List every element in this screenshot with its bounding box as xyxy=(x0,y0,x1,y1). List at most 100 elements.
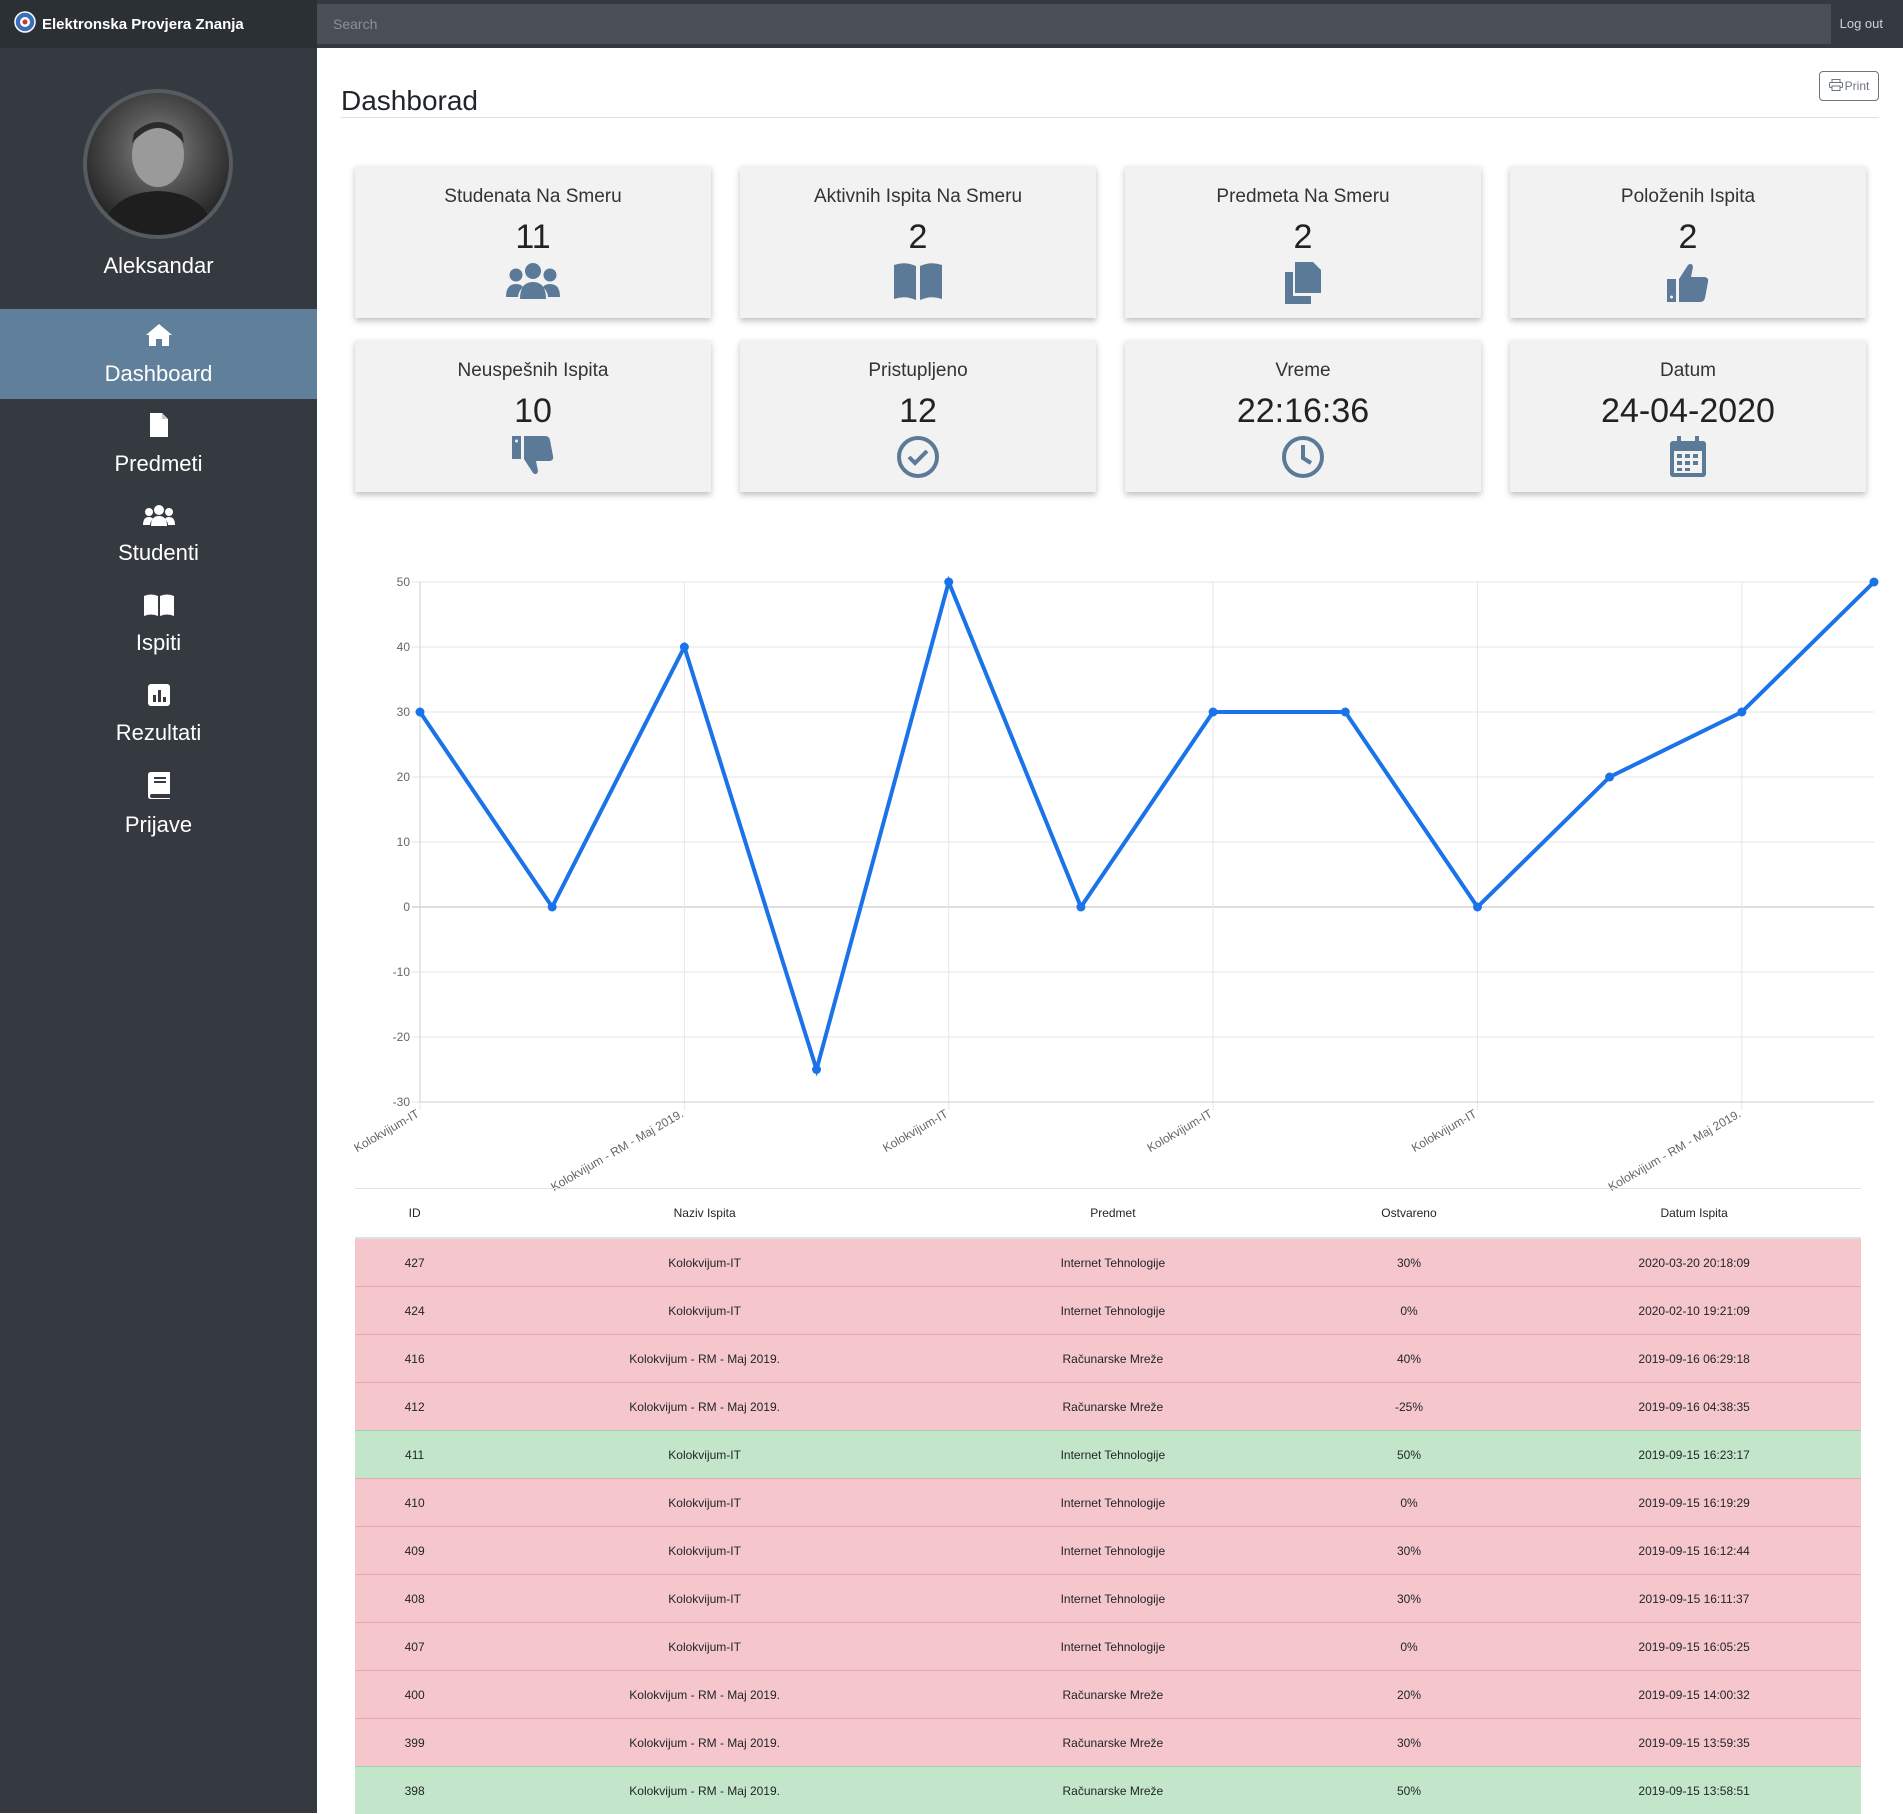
results-line-chart: 50403020100-10-20-30Kolokvijum-ITKolokvi… xyxy=(337,528,1897,1198)
file-icon xyxy=(148,412,170,443)
sidebar-item-predmeti[interactable]: Predmeti xyxy=(0,399,317,489)
x-tick-label: Kolokvijum-IT xyxy=(1409,1106,1480,1155)
table-cell-ostvareno: 0% xyxy=(1291,1623,1528,1671)
brand[interactable]: Elektronska Provjera Znanja xyxy=(0,0,317,48)
y-tick-label: 10 xyxy=(397,835,411,849)
x-tick-label: Kolokvijum-IT xyxy=(1145,1106,1216,1155)
card-datum: Datum 24-04-2020 xyxy=(1510,340,1866,492)
y-tick-label: 30 xyxy=(397,705,411,719)
x-tick-label: Kolokvijum-IT xyxy=(352,1106,423,1155)
card-aktivni-ispiti: Aktivnih Ispita Na Smeru 2 xyxy=(740,166,1096,318)
table-cell-naziv: Kolokvijum-IT xyxy=(474,1238,935,1287)
table-cell-id: 427 xyxy=(355,1238,474,1287)
column-header[interactable]: Ostvareno xyxy=(1291,1189,1528,1239)
print-label: Print xyxy=(1845,79,1870,93)
sidebar-item-studenti[interactable]: Studenti xyxy=(0,489,317,579)
card-pristupljeno: Pristupljeno 12 xyxy=(740,340,1096,492)
table-row[interactable]: 416Kolokvijum - RM - Maj 2019.Računarske… xyxy=(355,1335,1861,1383)
print-button[interactable]: Print xyxy=(1819,71,1879,101)
table-cell-predmet: Računarske Mreže xyxy=(935,1719,1291,1767)
top-navbar: Elektronska Provjera Znanja Log out xyxy=(0,0,1903,48)
table-cell-ostvareno: 50% xyxy=(1291,1767,1528,1814)
table-row[interactable]: 424Kolokvijum-ITInternet Tehnologije0%20… xyxy=(355,1287,1861,1335)
table-cell-datum: 2019-09-16 06:29:18 xyxy=(1527,1335,1861,1383)
table-cell-predmet: Internet Tehnologije xyxy=(935,1238,1291,1287)
y-tick-label: 40 xyxy=(397,640,411,654)
column-header[interactable]: Predmet xyxy=(935,1189,1291,1239)
table-cell-predmet: Internet Tehnologije xyxy=(935,1479,1291,1527)
sidebar-nav: Dashboard Predmeti Studenti Ispiti Rezul… xyxy=(0,309,317,849)
table-cell-datum: 2019-09-15 13:59:35 xyxy=(1527,1719,1861,1767)
table-cell-predmet: Internet Tehnologije xyxy=(935,1287,1291,1335)
card-value: 2 xyxy=(740,218,1096,257)
data-point xyxy=(812,1065,821,1074)
table-row[interactable]: 400Kolokvijum - RM - Maj 2019.Računarske… xyxy=(355,1671,1861,1719)
table-row[interactable]: 412Kolokvijum - RM - Maj 2019.Računarske… xyxy=(355,1383,1861,1431)
series-line xyxy=(420,582,1874,1070)
card-polozeni: Položenih Ispita 2 xyxy=(1510,166,1866,318)
table-cell-predmet: Računarske Mreže xyxy=(935,1671,1291,1719)
x-tick-label: Kolokvijum-IT xyxy=(880,1106,951,1155)
table-cell-id: 399 xyxy=(355,1719,474,1767)
card-value: 24-04-2020 xyxy=(1510,392,1866,431)
table-cell-naziv: Kolokvijum-IT xyxy=(474,1575,935,1623)
search-input[interactable] xyxy=(317,4,1831,44)
table-cell-predmet: Računarske Mreže xyxy=(935,1335,1291,1383)
card-title: Predmeta Na Smeru xyxy=(1125,186,1481,208)
table-cell-datum: 2019-09-15 16:19:29 xyxy=(1527,1479,1861,1527)
data-point xyxy=(1341,708,1350,717)
table-cell-datum: 2019-09-15 16:11:37 xyxy=(1527,1575,1861,1623)
column-header[interactable]: ID xyxy=(355,1189,474,1239)
table-cell-id: 408 xyxy=(355,1575,474,1623)
copy-icon xyxy=(1283,261,1323,310)
table-cell-id: 411 xyxy=(355,1431,474,1479)
table-cell-predmet: Internet Tehnologije xyxy=(935,1431,1291,1479)
data-point xyxy=(416,708,425,717)
table-row[interactable]: 409Kolokvijum-ITInternet Tehnologije30%2… xyxy=(355,1527,1861,1575)
home-icon xyxy=(144,322,174,353)
card-title: Studenata Na Smeru xyxy=(355,186,711,208)
card-value: 11 xyxy=(355,218,711,257)
avatar xyxy=(83,89,233,239)
card-neuspesni: Neuspešnih Ispita 10 xyxy=(355,340,711,492)
users-icon xyxy=(505,261,561,306)
table-cell-predmet: Računarske Mreže xyxy=(935,1767,1291,1814)
table-cell-ostvareno: -25% xyxy=(1291,1383,1528,1431)
card-value: 2 xyxy=(1125,218,1481,257)
users-icon xyxy=(142,503,176,532)
sidebar-item-label: Studenti xyxy=(118,540,199,566)
sidebar-item-ispiti[interactable]: Ispiti xyxy=(0,579,317,669)
y-tick-label: 20 xyxy=(397,770,411,784)
table-row[interactable]: 398Kolokvijum - RM - Maj 2019.Računarske… xyxy=(355,1767,1861,1814)
table-row[interactable]: 407Kolokvijum-ITInternet Tehnologije0%20… xyxy=(355,1623,1861,1671)
table-header-row: ID Naziv Ispita Predmet Ostvareno Datum … xyxy=(355,1189,1861,1239)
table-row[interactable]: 411Kolokvijum-ITInternet Tehnologije50%2… xyxy=(355,1431,1861,1479)
y-tick-label: -10 xyxy=(393,965,411,979)
table-row[interactable]: 427Kolokvijum-ITInternet Tehnologije30%2… xyxy=(355,1238,1861,1287)
table-cell-naziv: Kolokvijum-IT xyxy=(474,1287,935,1335)
book-open-icon xyxy=(893,261,943,306)
data-point xyxy=(1737,708,1746,717)
data-point xyxy=(1870,578,1879,587)
logout-link[interactable]: Log out xyxy=(1840,16,1883,31)
sidebar-item-dashboard[interactable]: Dashboard xyxy=(0,309,317,399)
table-row[interactable]: 399Kolokvijum - RM - Maj 2019.Računarske… xyxy=(355,1719,1861,1767)
table-cell-datum: 2019-09-15 16:12:44 xyxy=(1527,1527,1861,1575)
y-tick-label: 0 xyxy=(403,900,410,914)
table-row[interactable]: 408Kolokvijum-ITInternet Tehnologije30%2… xyxy=(355,1575,1861,1623)
table-cell-id: 400 xyxy=(355,1671,474,1719)
sidebar-item-prijave[interactable]: Prijave xyxy=(0,759,317,849)
username: Aleksandar xyxy=(0,253,317,279)
column-header[interactable]: Datum Ispita xyxy=(1527,1189,1861,1239)
book-icon xyxy=(147,771,171,804)
chart-icon xyxy=(147,683,171,712)
card-value: 2 xyxy=(1510,218,1866,257)
table-cell-naziv: Kolokvijum - RM - Maj 2019. xyxy=(474,1719,935,1767)
column-header[interactable]: Naziv Ispita xyxy=(474,1189,935,1239)
title-divider xyxy=(341,117,1879,118)
clock-icon xyxy=(1281,435,1325,484)
sidebar-item-rezultati[interactable]: Rezultati xyxy=(0,669,317,759)
table-row[interactable]: 410Kolokvijum-ITInternet Tehnologije0%20… xyxy=(355,1479,1861,1527)
table-cell-naziv: Kolokvijum-IT xyxy=(474,1527,935,1575)
table-cell-datum: 2020-03-20 20:18:09 xyxy=(1527,1238,1861,1287)
